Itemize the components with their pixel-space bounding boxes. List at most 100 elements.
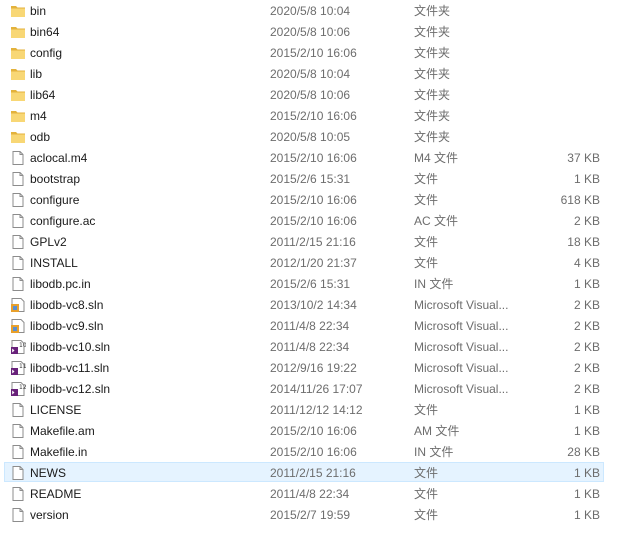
file-name: bin64 [30,25,60,39]
file-name: libodb.pc.in [30,277,91,291]
modified-date: 2015/2/7 19:59 [270,508,351,522]
file-type: 文件 [414,508,439,522]
file-row[interactable]: 11 libodb-vc11.sln 2012/9/16 19:22 Microsof… [4,357,604,377]
file-size [510,64,600,84]
file-icon [10,150,26,166]
folder-row[interactable]: odb 2020/5/8 10:05 文件夹 [4,126,604,146]
folder-icon [10,87,26,103]
file-type: 文件 [414,193,439,207]
file-icon [10,171,26,187]
file-size: 28 KB [567,445,600,459]
file-row[interactable]: bootstrap 2015/2/6 15:31 文件 1 KB [4,168,604,188]
file-type: 文件 [414,487,439,501]
file-size: 1 KB [573,277,600,291]
file-name: configure [30,193,80,207]
icon-cell [10,127,26,147]
file-type: 文件夹 [414,25,451,39]
icon-cell [10,484,26,504]
file-size [510,22,600,42]
file-row[interactable]: 12 libodb-vc12.sln 2014/11/26 17:07 Microso… [4,378,604,398]
vs-solution-icon [10,297,26,313]
file-row[interactable]: configure.ac 2015/2/10 16:06 AC 文件 2 KB [4,210,604,230]
modified-date: 2020/5/8 10:06 [270,88,351,102]
icon-cell [10,211,26,231]
vs-solution-icon: 11 [10,360,26,376]
file-name: libodb-vc12.sln [30,382,111,396]
file-size: 1 KB [573,403,600,417]
file-icon [10,255,26,271]
folder-row[interactable]: m4 2015/2/10 16:06 文件夹 [4,105,604,125]
file-type: Microsoft Visual... [414,340,509,354]
file-row[interactable]: NEWS 2011/2/15 21:16 文件 1 KB [4,462,604,482]
file-icon [10,423,26,439]
file-icon [10,444,26,460]
file-size: 1 KB [573,487,600,501]
file-icon [10,234,26,250]
file-size [510,106,600,126]
modified-date: 2013/10/2 14:34 [270,298,357,312]
file-name: Makefile.am [30,424,95,438]
file-type: Microsoft Visual... [414,361,509,375]
file-size: 1 KB [573,424,600,438]
file-name: README [30,487,82,501]
folder-row[interactable]: bin64 2020/5/8 10:06 文件夹 [4,21,604,41]
file-size: 1 KB [573,508,600,522]
file-row[interactable]: README 2011/4/8 22:34 文件 1 KB [4,483,604,503]
file-name: NEWS [30,466,66,480]
file-size: 618 KB [560,193,600,207]
icon-cell [10,463,26,483]
file-row[interactable]: Makefile.in 2015/2/10 16:06 IN 文件 28 KB [4,441,604,461]
modified-date: 2012/1/20 21:37 [270,256,357,270]
icon-cell [10,1,26,21]
file-row[interactable]: libodb.pc.in 2015/2/6 15:31 IN 文件 1 KB [4,273,604,293]
folder-row[interactable]: lib 2020/5/8 10:04 文件夹 [4,63,604,83]
modified-date: 2015/2/6 15:31 [270,277,351,291]
file-size: 2 KB [573,382,600,396]
svg-text:10: 10 [19,342,26,349]
file-row[interactable]: libodb-vc8.sln 2013/10/2 14:34 Microsoft V… [4,294,604,314]
folder-row[interactable]: bin 2020/5/8 10:04 文件夹 [4,0,604,20]
file-type: AC 文件 [414,214,459,228]
file-row[interactable]: LICENSE 2011/12/12 14:12 文件 1 KB [4,399,604,419]
file-icon [10,402,26,418]
file-row[interactable]: GPLv2 2011/2/15 21:16 文件 18 KB [4,231,604,251]
modified-date: 2020/5/8 10:05 [270,130,351,144]
icon-cell [10,253,26,273]
folder-row[interactable]: lib64 2020/5/8 10:06 文件夹 [4,84,604,104]
folder-icon [10,108,26,124]
file-name: configure.ac [30,214,96,228]
icon-cell [10,442,26,462]
icon-cell: 12 [10,379,26,399]
file-name: Makefile.in [30,445,88,459]
modified-date: 2015/2/10 16:06 [270,151,357,165]
modified-date: 2011/4/8 22:34 [270,487,350,501]
modified-date: 2011/12/12 14:12 [270,403,363,417]
folder-row[interactable]: config 2015/2/10 16:06 文件夹 [4,42,604,62]
file-row[interactable]: configure 2015/2/10 16:06 文件 618 KB [4,189,604,209]
file-size: 18 KB [567,235,600,249]
file-type: 文件夹 [414,130,451,144]
folder-icon [10,24,26,40]
file-icon [10,465,26,481]
file-name: libodb-vc11.sln [30,361,110,375]
file-type: 文件 [414,466,439,480]
file-name: bin [30,4,47,18]
file-size: 4 KB [573,256,600,270]
file-row[interactable]: version 2015/2/7 19:59 文件 1 KB [4,504,604,524]
modified-date: 2011/2/15 21:16 [270,235,356,249]
file-row[interactable]: libodb-vc9.sln 2011/4/8 22:34 Microsoft Vi… [4,315,604,335]
folder-icon [10,129,26,145]
file-type: 文件 [414,235,439,249]
file-row[interactable]: Makefile.am 2015/2/10 16:06 AM 文件 1 KB [4,420,604,440]
file-type: M4 文件 [414,151,459,165]
file-size: 2 KB [573,214,600,228]
file-row[interactable]: 10 libodb-vc10.sln 2011/4/8 22:34 Microsoft… [4,336,604,356]
file-row[interactable]: aclocal.m4 2015/2/10 16:06 M4 文件 37 KB [4,147,604,167]
file-name: libodb-vc8.sln [30,298,104,312]
modified-date: 2015/2/10 16:06 [270,424,357,438]
icon-cell [10,274,26,294]
file-type: 文件 [414,403,439,417]
file-row[interactable]: INSTALL 2012/1/20 21:37 文件 4 KB [4,252,604,272]
file-size: 2 KB [573,340,600,354]
modified-date: 2015/2/10 16:06 [270,445,357,459]
